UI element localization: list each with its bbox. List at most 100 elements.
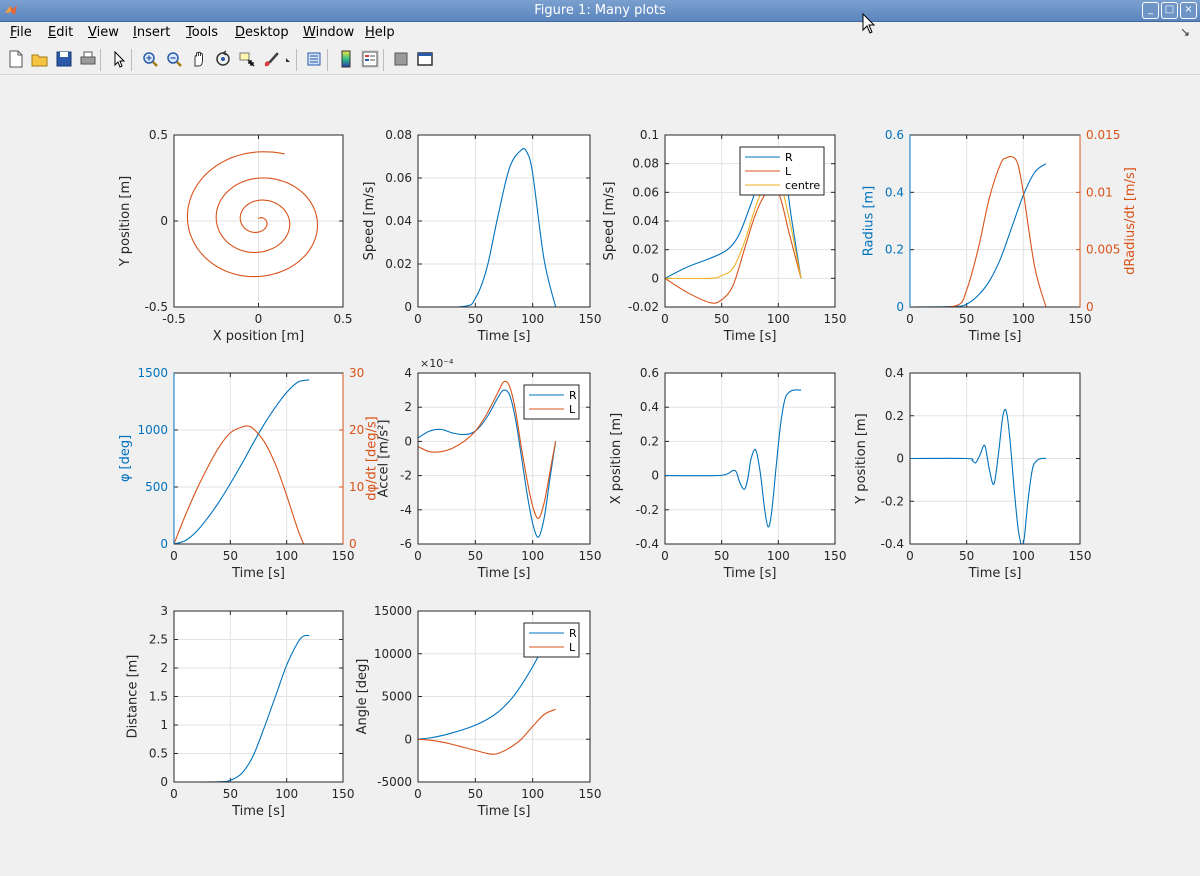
y-tick-label: 0.2 xyxy=(885,409,904,423)
y-tick-label: -4 xyxy=(400,503,412,517)
menu-desktop[interactable]: Desktop xyxy=(235,25,289,40)
y-axis-label: Speed [m/s] xyxy=(602,182,617,261)
x-tick-label: 50 xyxy=(714,312,729,326)
y-tick-label: 2.5 xyxy=(149,633,168,647)
menu-tools[interactable]: Tools xyxy=(186,25,218,40)
y-exponent-label: ×10⁻⁴ xyxy=(420,357,454,370)
colorbar-icon[interactable] xyxy=(305,50,323,68)
subplot-4[interactable]: 0 50 100 15000.20.40.600.0050.010.015Time [… xyxy=(861,128,1138,344)
legend[interactable]: RLcentre xyxy=(739,146,825,196)
toolbar-separator xyxy=(131,49,132,71)
x-tick-label: 0 xyxy=(170,787,178,801)
link-icon[interactable] xyxy=(282,50,300,68)
legend[interactable]: RL xyxy=(523,384,580,420)
y-tick-label: 0.4 xyxy=(885,366,904,380)
subplot-2[interactable]: 0 50 100 150 0 0.02 0.04 0.06 0.08 Time [s] Speed … xyxy=(362,128,601,344)
y-tick-label: -2 xyxy=(400,469,412,483)
x-axis-label: Time [s] xyxy=(968,329,1022,344)
plots-area: -0.5 0 0.5 -0.5 0 0.5 X position [m] Y position… xyxy=(118,128,1138,819)
y-tick-label: -6 xyxy=(400,537,412,551)
y-tick-label: 0.6 xyxy=(640,366,659,380)
x-tick-label: 100 xyxy=(1012,312,1035,326)
figure-canvas: -0.5 0 0.5 -0.5 0 0.5 X position [m] Y position… xyxy=(2,76,1198,872)
title-bar: Figure 1: Many plots _ □ × xyxy=(0,0,1200,22)
x-tick-label: 50 xyxy=(468,549,483,563)
x-tick-label: 100 xyxy=(1012,549,1035,563)
subplot-9[interactable]: 0 50 100 150 0 0.5 1 1.5 2 2.5 3 Time [s] Distance [… xyxy=(125,604,354,819)
subplot-10[interactable]: 0 50 100 150-5000050001000015000Time [s]Ang… xyxy=(355,604,601,819)
y-tick-label: 1 xyxy=(160,718,168,732)
legend[interactable]: RL xyxy=(523,622,580,658)
x-tick-label: 150 xyxy=(1069,312,1092,326)
x-axis-label: X position [m] xyxy=(213,329,304,344)
y-tick-label: -0.5 xyxy=(145,300,168,314)
menu-window[interactable]: Window xyxy=(303,25,354,40)
zoom-out-icon[interactable] xyxy=(165,50,183,68)
axes-background xyxy=(174,373,343,544)
legend-entry-r: R xyxy=(785,151,793,164)
dock-figure-icon[interactable] xyxy=(416,50,434,68)
menu-file[interactable]: File xyxy=(10,25,32,40)
y2-axis-label: dRadius/dt [m/s] xyxy=(1123,167,1138,275)
x-tick-label: 100 xyxy=(521,787,544,801)
x-tick-label: 50 xyxy=(959,312,974,326)
y-axis-label: Y position [m] xyxy=(118,176,133,268)
brush-icon[interactable] xyxy=(262,50,280,68)
y-tick-label: -0.2 xyxy=(636,503,659,517)
zoom-in-icon[interactable] xyxy=(141,50,159,68)
menu-edit[interactable]: Edit xyxy=(48,25,73,40)
y-tick-label: 1.5 xyxy=(149,690,168,704)
x-tick-label: 150 xyxy=(824,312,847,326)
save-icon[interactable] xyxy=(55,50,73,68)
y-axis-label: X position [m] xyxy=(609,413,624,504)
y-tick-label: 5000 xyxy=(381,690,412,704)
y2-tick-label: 0 xyxy=(349,537,357,551)
y-tick-label: 0.06 xyxy=(385,171,412,185)
y-tick-label: 0 xyxy=(896,452,904,466)
axes-background xyxy=(910,135,1080,307)
y-tick-label: -0.02 xyxy=(628,300,659,314)
pointer-icon[interactable] xyxy=(110,50,128,68)
x-tick-label: 100 xyxy=(767,312,790,326)
close-button[interactable]: × xyxy=(1180,2,1197,19)
y2-tick-label: 10 xyxy=(349,480,364,494)
subplot-3[interactable]: 0 50 100 150-0.0200.020.040.060.080.1Time [… xyxy=(602,128,846,344)
dock-arrow-icon[interactable]: ↘ xyxy=(1180,25,1190,39)
x-axis-label: Time [s] xyxy=(477,329,531,344)
y-tick-label: 0 xyxy=(404,300,412,314)
subplot-5[interactable]: 0 50 100 1500500100015000102030Time [s]φ [d… xyxy=(118,366,379,581)
toolbar-separator xyxy=(100,49,101,71)
open-file-icon[interactable] xyxy=(31,50,49,68)
subplot-8[interactable]: 0 50 100 150 -0.4 -0.2 0 0.2 0.4 Time [s] Y positi… xyxy=(854,366,1091,581)
subplot-7[interactable]: 0 50 100 150 -0.4 -0.2 0 0.2 0.4 0.6 Time [s] X pos… xyxy=(609,366,846,581)
x-tick-label: 0 xyxy=(661,549,669,563)
x-axis-label: Time [s] xyxy=(477,566,531,581)
subplot-6[interactable]: 0 50 100 150 -6 -4 -2 0 2 4 Time [s] Accel [m/s²] ×1… xyxy=(377,357,602,581)
figure-toolbar xyxy=(0,44,1200,75)
new-figure-icon[interactable] xyxy=(7,50,25,68)
legend-entry-l: L xyxy=(785,165,792,178)
legend-entry-l: L xyxy=(569,641,576,654)
menu-view[interactable]: View xyxy=(88,25,119,40)
rotate-3d-icon[interactable] xyxy=(214,50,232,68)
print-icon[interactable] xyxy=(79,50,97,68)
y-tick-label: 0.08 xyxy=(632,157,659,171)
y-tick-label: 0 xyxy=(160,214,168,228)
x-axis-label: Time [s] xyxy=(723,566,777,581)
menu-insert[interactable]: Insert xyxy=(133,25,170,40)
minimize-button[interactable]: _ xyxy=(1142,2,1159,19)
show-plot-tools-icon[interactable] xyxy=(392,50,410,68)
legend-icon[interactable] xyxy=(337,50,355,68)
x-tick-label: 50 xyxy=(714,549,729,563)
x-tick-label: -0.5 xyxy=(162,312,185,326)
x-tick-label: 50 xyxy=(468,312,483,326)
maximize-button[interactable]: □ xyxy=(1161,2,1178,19)
x-axis-label: Time [s] xyxy=(231,804,285,819)
data-cursor-icon[interactable] xyxy=(238,50,256,68)
subplot-1[interactable]: -0.5 0 0.5 -0.5 0 0.5 X position [m] Y position… xyxy=(118,128,352,344)
hide-plot-tools-icon[interactable] xyxy=(361,50,379,68)
y-tick-label: 10000 xyxy=(374,647,412,661)
pan-icon[interactable] xyxy=(190,50,208,68)
menu-help[interactable]: Help xyxy=(365,25,395,40)
x-tick-label: 100 xyxy=(275,787,298,801)
